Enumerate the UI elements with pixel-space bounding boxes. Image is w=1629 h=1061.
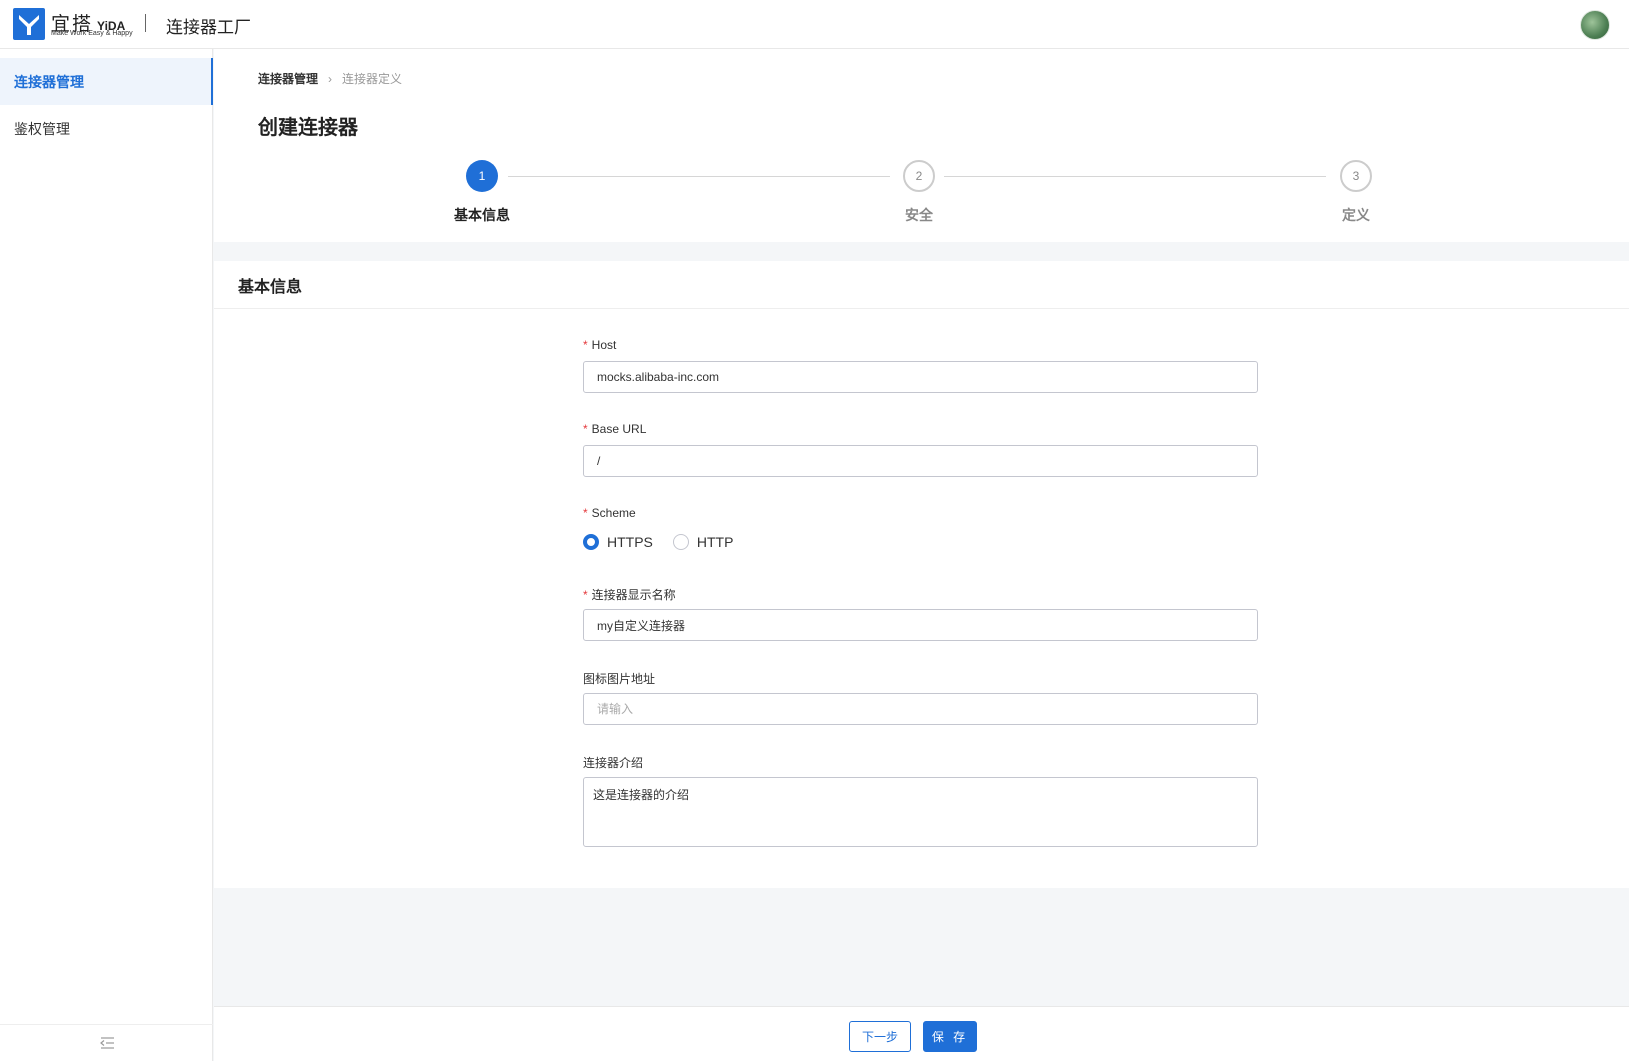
scheme-radio-http[interactable]: HTTP — [672, 534, 734, 550]
collapse-menu-icon — [99, 1037, 114, 1049]
step-connector-line — [508, 176, 890, 177]
step-3-label: 定义 — [1342, 207, 1370, 223]
display-name-input[interactable] — [583, 609, 1258, 641]
radio-unchecked-icon[interactable] — [672, 534, 689, 550]
basic-info-form: 基本信息 *Host *Base URL *Scheme HTTPS HTTP … — [214, 261, 1629, 888]
scheme-label: * Scheme — [583, 506, 636, 520]
scheme-radio-group: HTTPS HTTP — [583, 534, 753, 550]
step-2-label: 安全 — [905, 207, 933, 223]
radio-label: HTTP — [696, 534, 734, 550]
step-2-circle[interactable]: 2 — [903, 160, 935, 192]
header-divider — [145, 14, 146, 32]
step-3-circle[interactable]: 3 — [1340, 160, 1372, 192]
app-title: 连接器工厂 — [166, 18, 251, 37]
base-url-input[interactable] — [583, 445, 1258, 477]
step-1-label: 基本信息 — [454, 207, 510, 223]
scheme-radio-https[interactable]: HTTPS — [583, 534, 653, 550]
required-asterisk: * — [583, 338, 588, 352]
section-title: 基本信息 — [214, 261, 1629, 309]
host-label: * Host — [583, 338, 616, 352]
page-title: 创建连接器 — [258, 117, 358, 139]
sidebar-item-auth-management[interactable]: 鉴权管理 — [0, 105, 213, 152]
yida-logo-icon[interactable] — [13, 8, 45, 40]
required-asterisk: * — [583, 506, 588, 520]
sidebar: 连接器管理 鉴权管理 — [0, 49, 213, 1061]
radio-checked-icon[interactable] — [583, 534, 599, 550]
sidebar-collapse-button[interactable] — [0, 1024, 213, 1061]
required-asterisk: * — [583, 588, 588, 602]
description-textarea[interactable]: 这是连接器的介绍 — [583, 777, 1258, 847]
step-1-circle[interactable]: 1 — [466, 160, 498, 192]
description-label: 连接器介绍 — [583, 754, 643, 771]
next-step-button[interactable]: 下一步 — [849, 1021, 911, 1052]
sidebar-item-label: 鉴权管理 — [14, 120, 70, 137]
scheme-label-text: Scheme — [591, 506, 636, 520]
icon-url-label-text: 图标图片地址 — [583, 672, 656, 686]
icon-url-label: 图标图片地址 — [583, 670, 655, 687]
top-bar: 宜搭 YiDA Make Work Easy & Happy 连接器工厂 — [0, 0, 1629, 49]
required-asterisk: * — [583, 422, 588, 436]
footer-actions: 下一步 保 存 — [214, 1006, 1629, 1061]
icon-url-input[interactable] — [583, 693, 1258, 725]
sidebar-item-connector-management[interactable]: 连接器管理 — [0, 58, 213, 105]
host-input[interactable] — [583, 361, 1258, 393]
logo-slogan: Make Work Easy & Happy — [51, 30, 133, 37]
step-connector-line — [944, 176, 1326, 177]
save-button[interactable]: 保 存 — [923, 1021, 977, 1052]
display-name-label: * 连接器显示名称 — [583, 586, 676, 603]
host-label-text: Host — [591, 338, 617, 352]
breadcrumb-current: 连接器定义 — [342, 72, 403, 86]
base-url-label-text: Base URL — [591, 422, 647, 436]
user-avatar-icon[interactable] — [1580, 10, 1610, 40]
base-url-label: * Base URL — [583, 422, 646, 436]
page-header-panel: 连接器管理 › 连接器定义 创建连接器 1 2 3 基本信息 安全 定义 — [214, 49, 1629, 242]
sidebar-item-label: 连接器管理 — [14, 73, 84, 90]
breadcrumb-home-link[interactable]: 连接器管理 — [258, 70, 318, 87]
description-label-text: 连接器介绍 — [583, 756, 644, 770]
display-name-label-text: 连接器显示名称 — [591, 588, 676, 602]
chevron-right-icon: › — [328, 71, 333, 86]
breadcrumb: 连接器管理 › 连接器定义 — [258, 70, 402, 87]
radio-label: HTTPS — [607, 534, 653, 550]
